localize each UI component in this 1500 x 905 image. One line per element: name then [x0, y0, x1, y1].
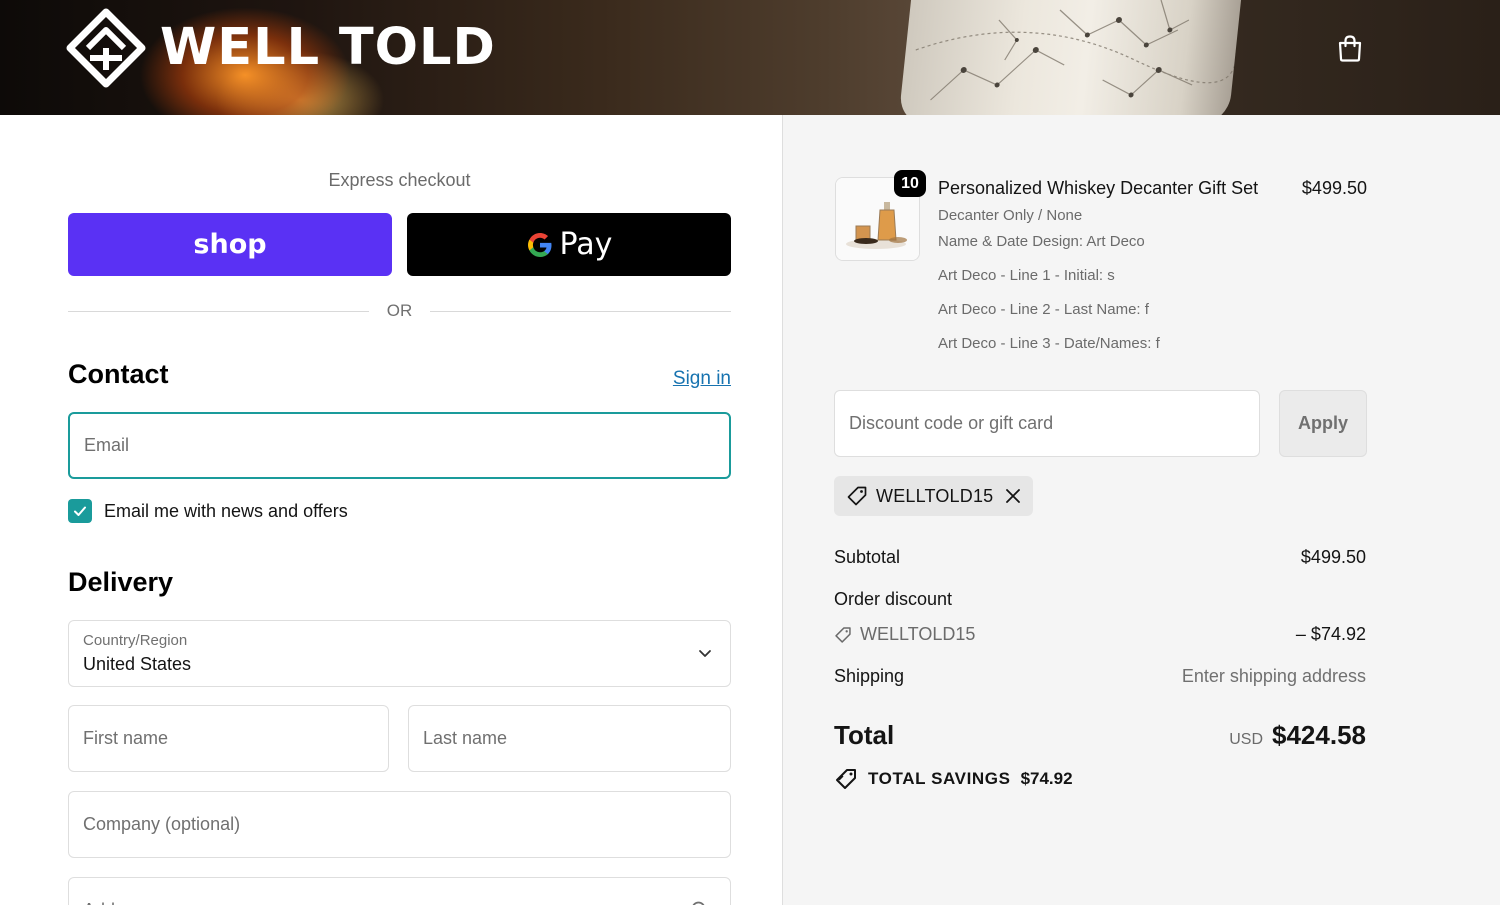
product-option: Name & Date Design: Art Deco	[938, 233, 1145, 250]
brand-logo[interactable]: WELL TOLD	[66, 8, 496, 88]
google-pay-button[interactable]: Pay	[407, 213, 731, 276]
shipping-label: Shipping	[834, 666, 905, 686]
order-summary: 10 Personalized Whiskey Decanter Gift Se…	[782, 115, 1500, 905]
applied-code-text: WELLTOLD15	[876, 485, 994, 506]
checkout-form: Express checkout shop Pay OR Contact Sig…	[0, 115, 782, 905]
first-name-field[interactable]	[68, 705, 389, 772]
first-name-input[interactable]	[83, 706, 374, 771]
apply-button[interactable]: Apply	[1279, 390, 1367, 457]
total-currency: USD	[1229, 731, 1264, 748]
quantity-badge: 10	[894, 170, 926, 197]
close-icon	[1006, 489, 1021, 503]
cart-button[interactable]	[1334, 32, 1366, 64]
shipping-value: Enter shipping address	[1181, 666, 1366, 686]
total-savings-label: TOTAL SAVINGS	[868, 769, 1011, 788]
product-option: Decanter Only / None	[938, 207, 1083, 224]
total-savings-value: $74.92	[1020, 769, 1073, 788]
total-label: Total	[834, 720, 895, 750]
address-field[interactable]	[68, 877, 731, 905]
address-input[interactable]	[83, 878, 716, 905]
divider-line-right	[430, 310, 731, 312]
newsletter-label: Email me with news and offers	[104, 500, 348, 521]
remove-discount-button[interactable]	[1005, 488, 1021, 504]
email-field[interactable]	[68, 412, 731, 479]
total-value: $424.58	[1272, 720, 1366, 750]
shop-pay-label: shop	[193, 229, 267, 260]
company-field[interactable]	[68, 791, 731, 858]
country-select[interactable]: Country/Region United States	[68, 620, 731, 687]
brand-name: WELL TOLD	[160, 18, 496, 77]
discount-value: – $74.92	[1295, 624, 1366, 644]
last-name-field[interactable]	[408, 705, 731, 772]
product-name: Personalized Whiskey Decanter Gift Set	[938, 178, 1259, 198]
savings-tag-icon	[836, 769, 856, 789]
applied-discount-chip: WELLTOLD15	[834, 476, 1034, 516]
discount-code-input[interactable]	[849, 391, 1245, 456]
product-price: $499.50	[1301, 178, 1367, 198]
contact-title: Contact	[68, 359, 169, 389]
tag-icon	[835, 626, 851, 643]
subtotal-value: $499.50	[1300, 547, 1366, 567]
last-name-input[interactable]	[423, 706, 716, 771]
google-g-icon	[527, 232, 552, 257]
order-discount-label: Order discount	[834, 589, 953, 609]
or-divider: OR	[68, 301, 731, 321]
chevron-down-icon	[699, 650, 711, 657]
product-option: Art Deco - Line 2 - Last Name: f	[938, 301, 1149, 318]
check-icon	[74, 506, 86, 516]
header-banner: WELL TOLD	[0, 0, 1500, 115]
company-input[interactable]	[83, 792, 716, 857]
divider-line-left	[68, 310, 369, 312]
total-savings-row: TOTAL SAVINGS $74.92	[834, 767, 1073, 791]
search-icon	[692, 901, 705, 905]
discount-code-text: WELLTOLD15	[860, 624, 976, 644]
product-option: Art Deco - Line 1 - Initial: s	[938, 267, 1115, 284]
delivery-title: Delivery	[68, 567, 174, 597]
well-told-logo-icon	[66, 8, 146, 88]
sign-in-link[interactable]: Sign in	[640, 368, 731, 390]
subtotal-label: Subtotal	[834, 547, 901, 567]
product-option: Art Deco - Line 3 - Date/Names: f	[938, 335, 1160, 352]
email-input[interactable]	[84, 414, 715, 477]
total-amount: USD $424.58	[1229, 720, 1366, 751]
discount-code-field[interactable]	[834, 390, 1260, 457]
shopping-bag-icon	[1338, 35, 1362, 62]
banner-decanter-image	[897, 0, 1243, 115]
google-pay-label: Pay	[559, 227, 613, 262]
newsletter-option[interactable]: Email me with news and offers	[68, 499, 348, 523]
tag-icon	[847, 486, 867, 506]
newsletter-checkbox[interactable]	[68, 499, 92, 523]
or-text: OR	[386, 301, 413, 320]
shop-pay-button[interactable]: shop	[68, 213, 392, 276]
express-checkout-title: Express checkout	[328, 170, 471, 190]
discount-code-row: WELLTOLD15	[834, 624, 975, 645]
country-caption: Country/Region	[83, 632, 188, 649]
country-value: United States	[83, 654, 192, 674]
